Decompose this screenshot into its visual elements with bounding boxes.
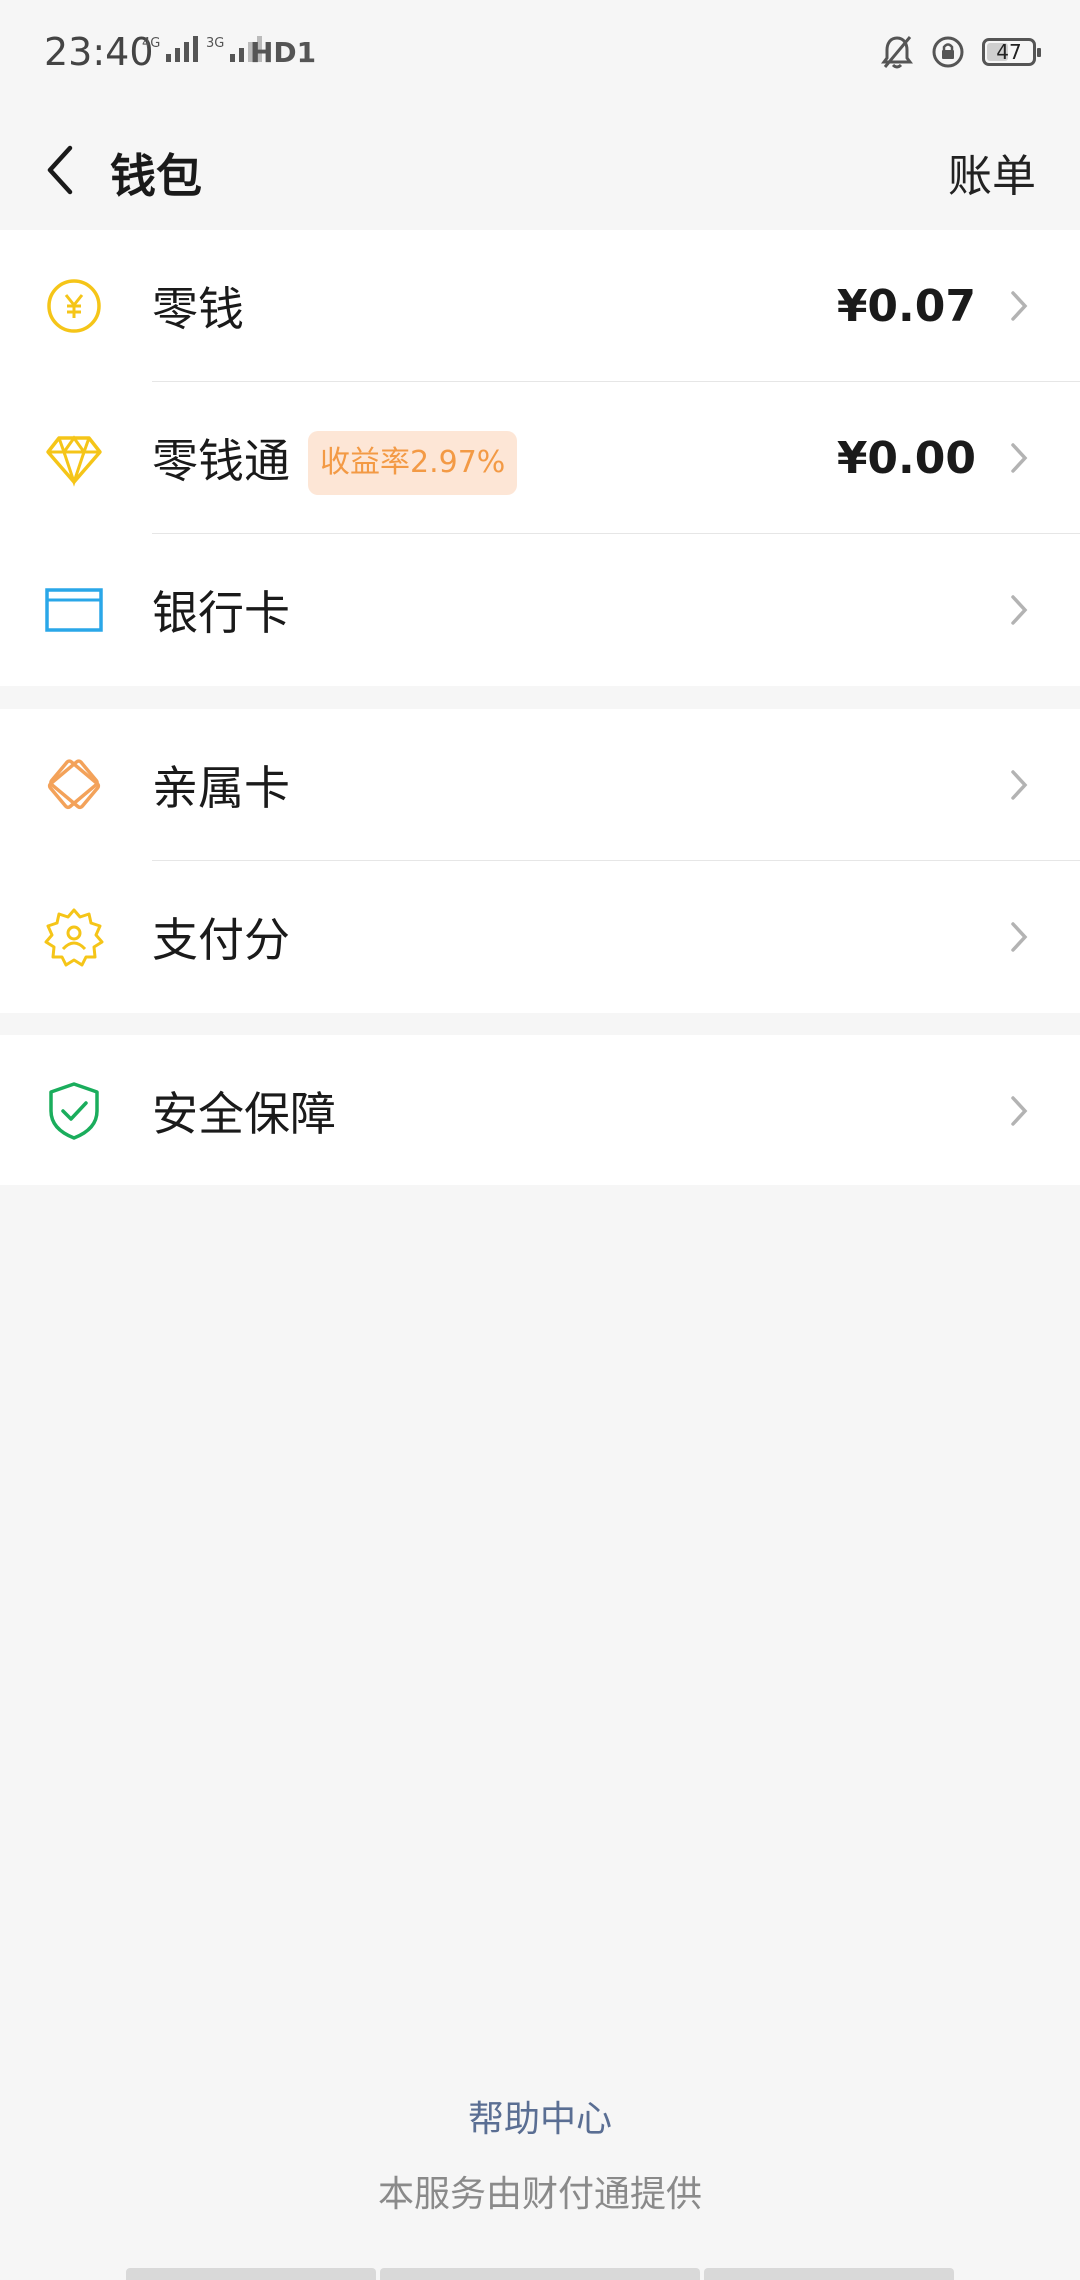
chevron-right-icon	[1011, 1096, 1028, 1126]
mute-bell-icon	[881, 36, 913, 69]
chevron-right-icon	[1011, 595, 1028, 625]
chevron-right-icon	[1011, 291, 1028, 321]
nav-hint-bar	[380, 2268, 700, 2280]
family-card-row[interactable]: 亲属卡	[0, 709, 1080, 861]
pay-score-row[interactable]: 支付分	[0, 861, 1080, 1013]
lingqiantong-row[interactable]: 零钱通 收益率2.97% ¥0.00	[0, 382, 1080, 534]
bill-button[interactable]: 账单	[948, 140, 1036, 204]
yield-rate-badge: 收益率2.97%	[308, 431, 518, 495]
status-time: 23:40	[44, 30, 154, 74]
status-bar: 23:40 4G 3G HD1 47	[0, 0, 1080, 110]
wallet-group-security: 安全保障	[0, 1035, 1080, 1185]
help-center-link[interactable]: 帮助中心	[0, 2090, 1080, 2142]
nav-hint-bar	[704, 2268, 954, 2280]
pay-score-icon	[44, 908, 104, 967]
service-provider-text: 本服务由财付通提供	[377, 2174, 702, 2215]
security-label: 安全保障	[152, 1087, 336, 1141]
rotation-lock-icon	[932, 36, 964, 68]
security-row[interactable]: 安全保障	[0, 1035, 1080, 1187]
nav-header: 钱包 账单	[0, 110, 1080, 230]
lingqiantong-value: ¥0.00	[836, 432, 976, 484]
security-shield-icon	[49, 1082, 99, 1140]
family-card-icon	[47, 759, 101, 810]
bank-card-label: 银行卡	[152, 586, 290, 640]
lingqiantong-label: 零钱通	[152, 434, 290, 488]
nav-hint-bar	[126, 2268, 376, 2280]
chevron-right-icon	[1011, 443, 1028, 473]
wallet-group-services: 亲属卡 支付分	[0, 709, 1080, 1013]
balance-row[interactable]: 零钱 ¥0.07	[0, 230, 1080, 382]
balance-value: ¥0.07	[836, 280, 976, 332]
chevron-right-icon	[1011, 922, 1028, 952]
hd-voice-icon: HD1	[250, 36, 317, 69]
diamond-icon	[46, 435, 102, 487]
bank-card-icon	[45, 588, 103, 632]
bank-card-row[interactable]: 银行卡	[0, 534, 1080, 686]
family-card-label: 亲属卡	[152, 761, 290, 815]
yuan-coin-icon	[47, 279, 101, 333]
balance-label: 零钱	[152, 282, 244, 336]
pay-score-label: 支付分	[152, 913, 290, 967]
chevron-right-icon	[1011, 770, 1028, 800]
page-title: 钱包	[110, 149, 202, 203]
wallet-group-balance: 零钱 ¥0.07 零钱通 收益率2.97% ¥0.00 银行卡	[0, 230, 1080, 686]
back-arrow-icon[interactable]	[40, 138, 80, 202]
battery-indicator: 47	[982, 38, 1041, 66]
status-right: 47	[880, 34, 1041, 70]
signal-4g-icon: 4G	[142, 36, 199, 62]
